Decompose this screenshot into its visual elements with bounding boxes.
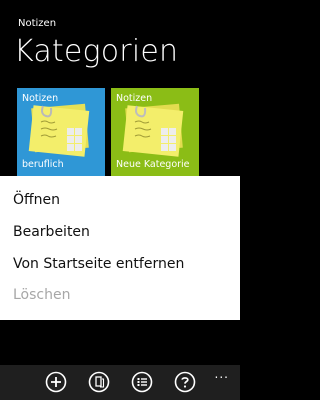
context-menu: Öffnen Bearbeiten Von Startseite entfern… [0, 176, 240, 320]
menu-item-edit[interactable]: Bearbeiten [13, 224, 90, 240]
tile-app-label: Notizen [22, 93, 59, 104]
app-bar: ... [0, 365, 240, 400]
menu-item-delete: Löschen [13, 287, 71, 303]
add-icon [45, 371, 67, 393]
app-title: Notizen [18, 18, 57, 29]
category-tile-beruflich[interactable]: Notizen beruflich [17, 88, 105, 176]
list-icon [131, 371, 153, 393]
page-title: Kategorien [14, 34, 179, 69]
tile-app-label: Notizen [116, 93, 153, 104]
add-button[interactable] [45, 371, 67, 393]
tile-category-name: Neue Kategorie [116, 159, 190, 170]
help-button[interactable] [174, 371, 196, 393]
help-icon [174, 371, 196, 393]
tile-category-name: beruflich [22, 159, 64, 170]
list-button[interactable] [131, 371, 153, 393]
edit-note-icon [88, 371, 110, 393]
menu-item-open[interactable]: Öffnen [13, 192, 60, 208]
category-tile-neue-kategorie[interactable]: Notizen Neue Kategorie [111, 88, 199, 176]
more-options[interactable]: ... [215, 367, 229, 381]
menu-item-unpin[interactable]: Von Startseite entfernen [13, 256, 184, 272]
edit-note-button[interactable] [88, 371, 110, 393]
